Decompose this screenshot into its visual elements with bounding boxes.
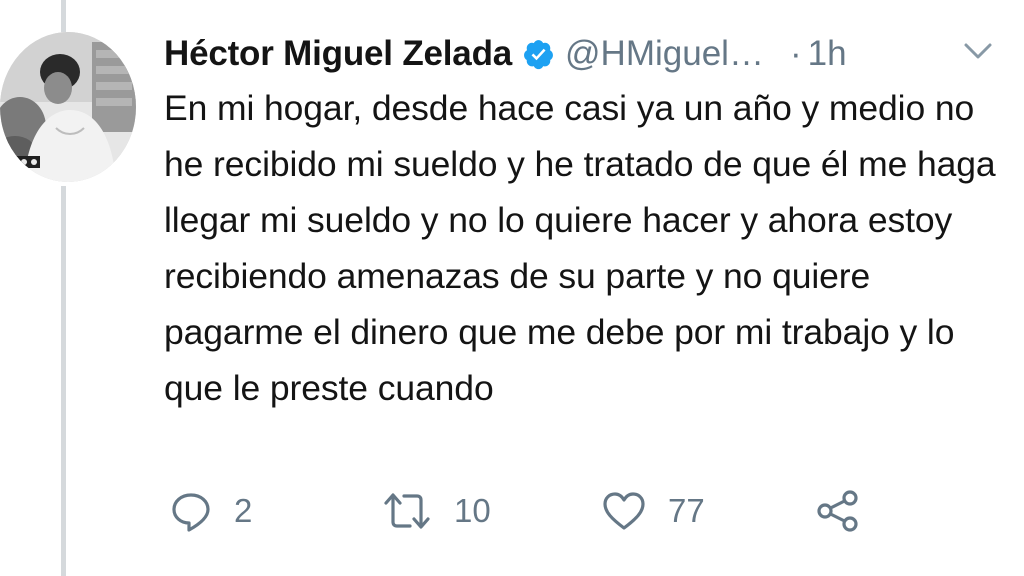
like-count: 77 — [668, 492, 705, 529]
tweet-text: En mi hogar, desde hace casi ya un año y… — [164, 88, 996, 408]
verified-badge-icon — [522, 38, 555, 71]
like-button[interactable]: 77 — [602, 484, 705, 538]
avatar-photo — [0, 32, 136, 182]
tweet-actions: 2 10 77 — [164, 484, 1004, 538]
thread-line-bottom — [61, 186, 66, 576]
reply-icon — [170, 490, 212, 532]
thread-line-top — [61, 0, 66, 32]
tweet[interactable]: Héctor Miguel Zelada @HMiguel… · 1h En m… — [0, 0, 1024, 576]
separator-dot: · — [789, 34, 802, 73]
share-icon — [816, 490, 860, 532]
share-button[interactable] — [816, 484, 860, 538]
reply-count: 2 — [234, 492, 253, 529]
retweet-count: 10 — [454, 492, 491, 529]
timestamp[interactable]: 1h — [808, 34, 847, 74]
chevron-down-icon[interactable] — [961, 36, 995, 66]
tweet-header: Héctor Miguel Zelada @HMiguel… · 1h — [164, 30, 1004, 78]
avatar[interactable] — [0, 32, 136, 182]
display-name[interactable]: Héctor Miguel Zelada — [164, 34, 512, 74]
handle[interactable]: @HMiguel… — [565, 34, 764, 74]
reply-button[interactable]: 2 — [170, 484, 252, 538]
retweet-icon — [382, 490, 432, 532]
retweet-button[interactable]: 10 — [382, 484, 491, 538]
heart-icon — [602, 490, 646, 532]
